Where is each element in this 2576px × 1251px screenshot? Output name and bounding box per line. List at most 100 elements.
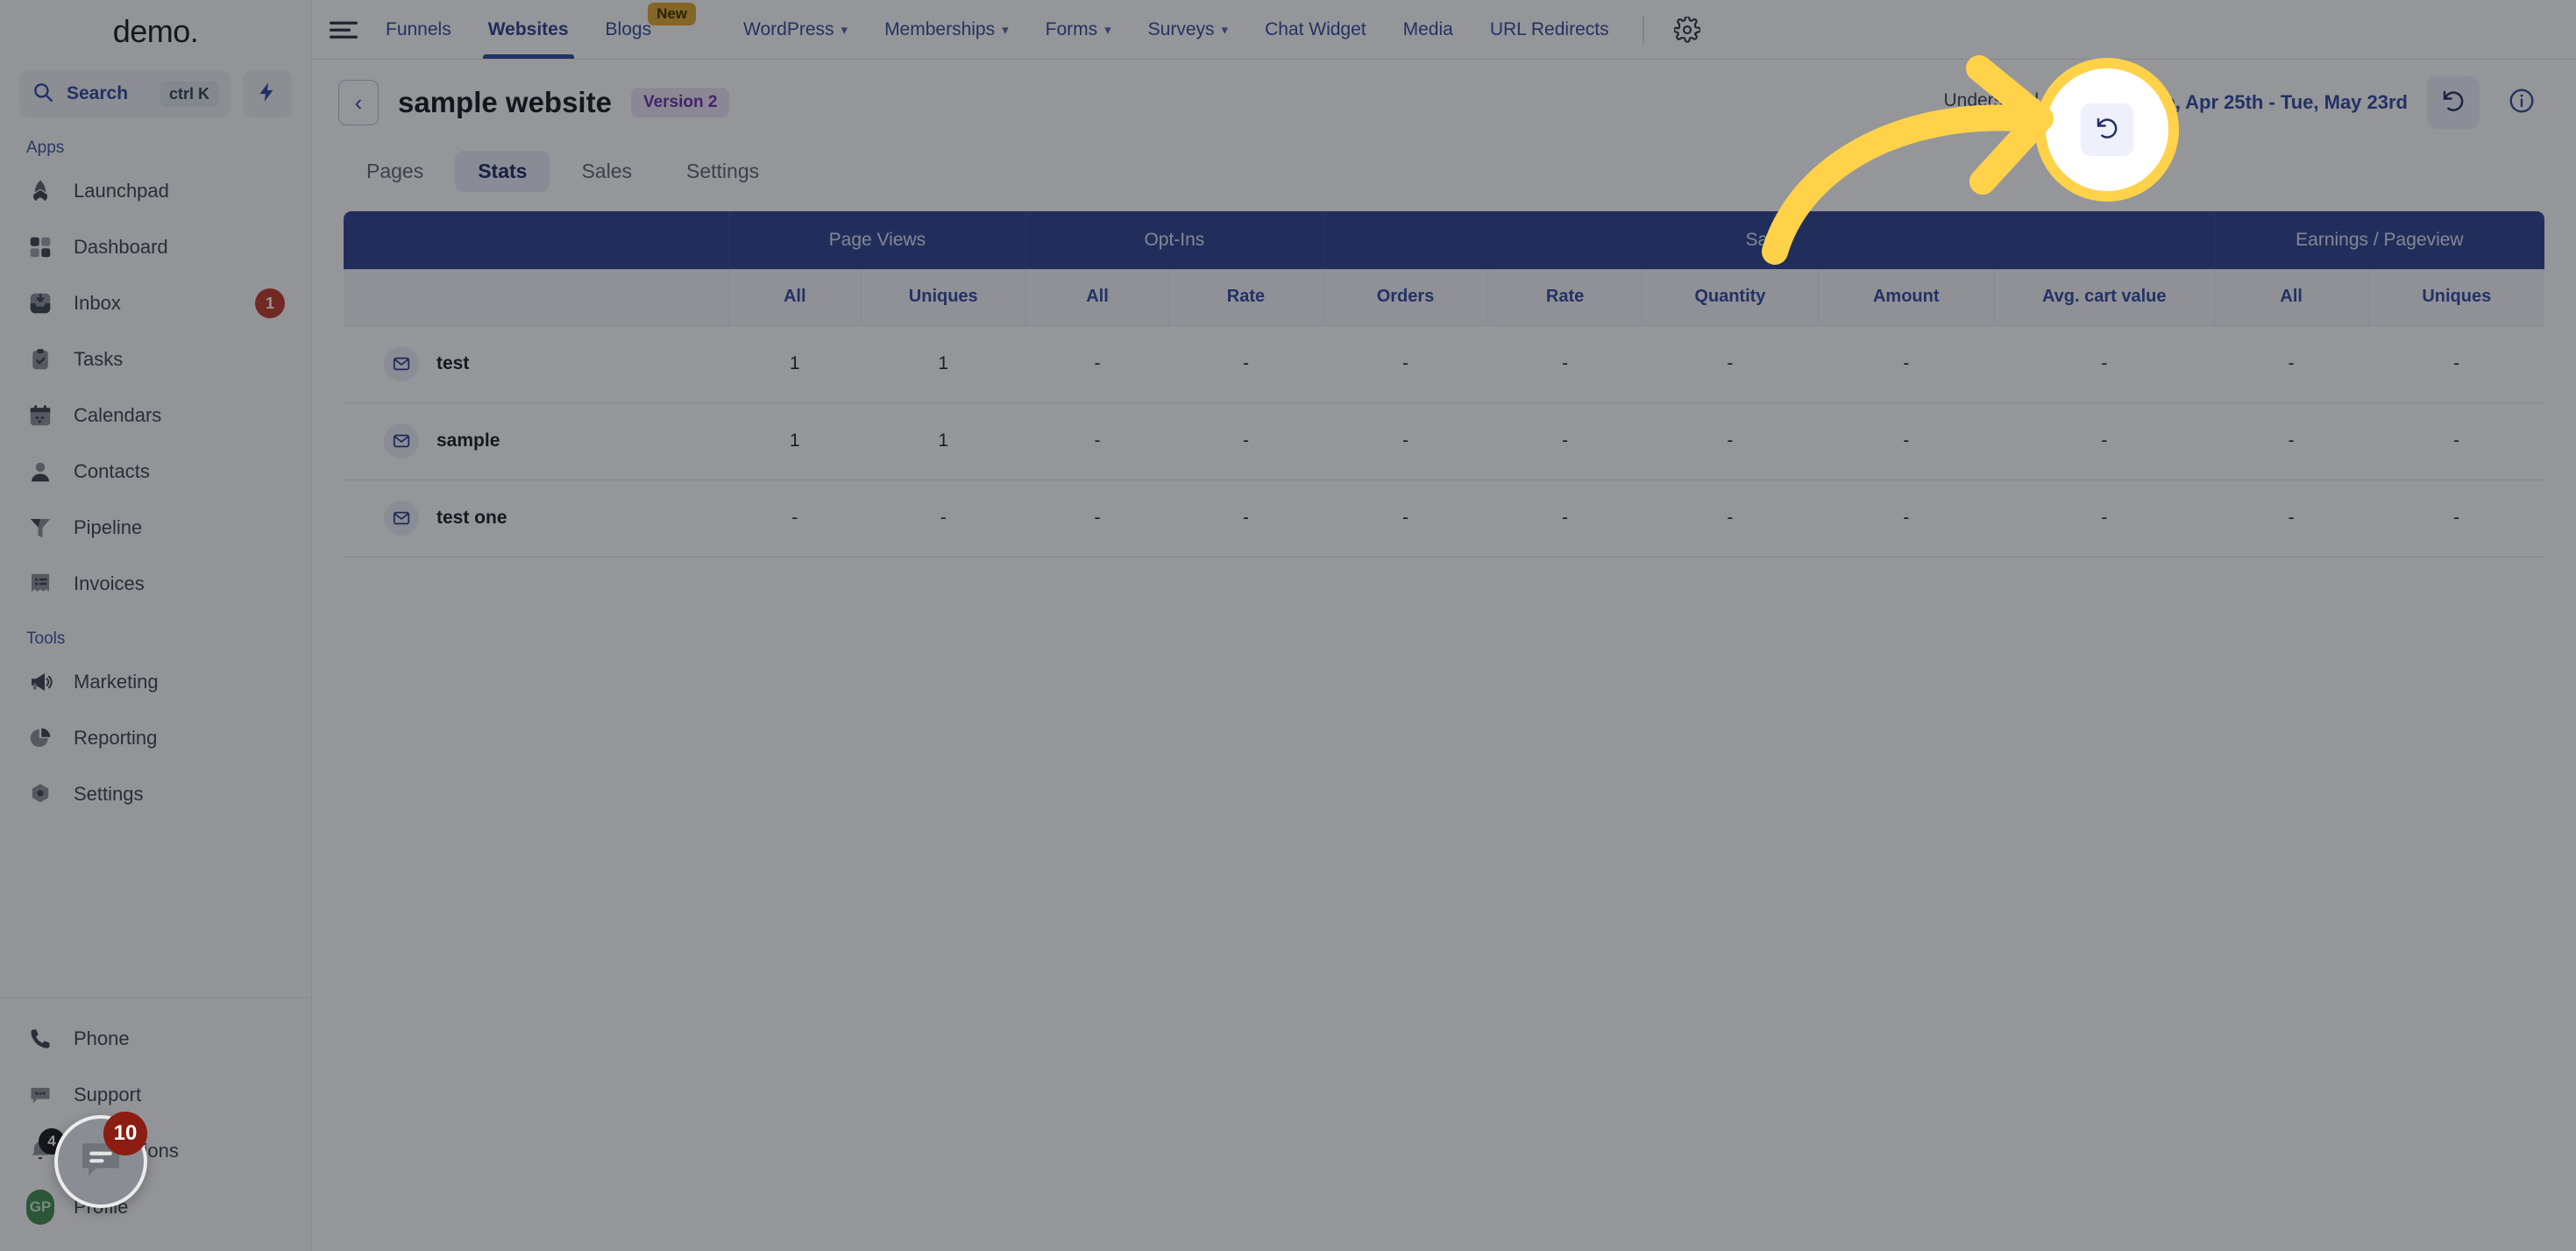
cell-optins-all: - bbox=[1025, 402, 1169, 480]
column-header-pageviews-all[interactable]: All bbox=[728, 269, 862, 326]
row-name-label: sample bbox=[436, 430, 500, 451]
sidebar-section-apps-label: Apps bbox=[26, 139, 65, 157]
sidebar-item-marketing[interactable]: Marketing bbox=[11, 654, 301, 710]
sidebar-item-inbox[interactable]: Inbox 1 bbox=[11, 275, 301, 331]
refresh-button[interactable] bbox=[2427, 76, 2480, 129]
sidebar-item-invoices[interactable]: Invoices bbox=[11, 556, 301, 612]
top-nav-items: Funnels Websites Blogs New WordPress ▾ Me… bbox=[368, 0, 1714, 59]
cell-sales-avg-cart-value: - bbox=[1994, 402, 2215, 480]
sidebar-item-phone[interactable]: Phone bbox=[11, 1011, 301, 1067]
sidebar-item-dashboard[interactable]: Dashboard bbox=[11, 219, 301, 275]
sidebar-item-support[interactable]: Support bbox=[11, 1067, 301, 1123]
sidebar-item-reporting[interactable]: Reporting bbox=[11, 710, 301, 766]
row-name-label: test one bbox=[436, 508, 507, 528]
tab-label: Media bbox=[1402, 18, 1453, 39]
quick-action-button[interactable] bbox=[243, 70, 292, 117]
tab-blogs[interactable]: Blogs New bbox=[588, 0, 725, 59]
column-header-sales-orders[interactable]: Orders bbox=[1323, 269, 1489, 326]
column-header-earnings-uniques[interactable]: Uniques bbox=[2368, 269, 2544, 326]
tab-url-redirects[interactable]: URL Redirects bbox=[1473, 0, 1627, 59]
table-row[interactable]: test 1 1 - - - - - - - - - bbox=[344, 325, 2544, 403]
group-header-page-views: Page Views bbox=[728, 211, 1026, 269]
tab-label: Forms bbox=[1045, 18, 1098, 39]
row-name-cell[interactable]: sample bbox=[344, 402, 729, 480]
subtab-settings[interactable]: Settings bbox=[664, 151, 782, 192]
subtab-pages[interactable]: Pages bbox=[344, 151, 446, 192]
table-group-header-row: Page Views Opt-Ins Sales Earnings / Page… bbox=[344, 211, 2544, 269]
tab-surveys[interactable]: Surveys ▾ bbox=[1131, 0, 1245, 59]
tab-forms[interactable]: Forms ▾ bbox=[1028, 0, 1129, 59]
tab-wordpress[interactable]: WordPress ▾ bbox=[726, 0, 865, 59]
chevron-down-icon: ▾ bbox=[1221, 22, 1229, 38]
brand-name: demo bbox=[112, 13, 191, 49]
gear-icon[interactable] bbox=[1660, 0, 1714, 59]
highlighted-refresh-button[interactable] bbox=[2081, 103, 2133, 156]
subtab-stats[interactable]: Stats bbox=[455, 151, 550, 192]
column-header-sales-quantity[interactable]: Quantity bbox=[1642, 269, 1819, 326]
column-header-sales-rate[interactable]: Rate bbox=[1487, 269, 1643, 326]
page-header: ‹ sample website Version 2 Understand st… bbox=[312, 60, 2576, 146]
tab-memberships[interactable]: Memberships ▾ bbox=[867, 0, 1026, 59]
column-header-optins-all[interactable]: All bbox=[1025, 269, 1170, 326]
sidebar-item-label: Marketing bbox=[74, 671, 159, 693]
tab-websites[interactable]: Websites bbox=[471, 0, 586, 59]
inbox-unread-badge: 1 bbox=[255, 288, 285, 318]
row-name-cell[interactable]: test bbox=[344, 325, 729, 403]
tab-chat-widget[interactable]: Chat Widget bbox=[1247, 0, 1384, 59]
new-badge: New bbox=[648, 2, 697, 25]
sidebar-item-profile[interactable]: GP Profile bbox=[11, 1179, 301, 1235]
tab-label: Websites bbox=[487, 18, 569, 39]
cell-earnings-uniques: - bbox=[2368, 325, 2544, 403]
megaphone-icon bbox=[26, 668, 54, 696]
sidebar-item-tasks[interactable]: Tasks bbox=[11, 331, 301, 387]
cell-sales-rate: - bbox=[1487, 325, 1643, 403]
sidebar-item-label: Calendars bbox=[74, 404, 162, 426]
sidebar-item-calendars[interactable]: Calendars bbox=[11, 387, 301, 444]
cell-sales-amount: - bbox=[1818, 402, 1995, 480]
subtab-sales[interactable]: Sales bbox=[558, 151, 655, 192]
table-column-header-row: All Uniques All Rate Orders Rate Quantit… bbox=[344, 269, 2544, 326]
chevron-left-icon: ‹ bbox=[354, 89, 363, 116]
row-name-cell[interactable]: test one bbox=[344, 480, 729, 558]
sidebar-item-settings[interactable]: Settings bbox=[11, 766, 301, 822]
phone-icon bbox=[26, 1025, 54, 1053]
cell-sales-avg-cart-value: - bbox=[1994, 325, 2215, 403]
column-header-sales-avg-cart-value[interactable]: Avg. cart value bbox=[1994, 269, 2215, 326]
hamburger-icon[interactable] bbox=[319, 0, 368, 59]
gear-hex-icon bbox=[26, 780, 54, 808]
understand-stats-link[interactable]: Understand stats bbox=[1943, 90, 2083, 116]
tab-media[interactable]: Media bbox=[1386, 0, 1471, 59]
info-button[interactable] bbox=[2499, 87, 2544, 119]
cell-pageviews-uniques: - bbox=[861, 480, 1026, 558]
page-title: sample website bbox=[398, 86, 612, 118]
chevron-down-icon: ▾ bbox=[841, 22, 848, 38]
table-row[interactable]: sample 1 1 - - - - - - - - - bbox=[344, 402, 2544, 480]
sidebar-item-label: Launchpad bbox=[74, 180, 169, 202]
tab-label: Funnels bbox=[386, 18, 451, 39]
table-row[interactable]: test one - - - - - - - - - - - bbox=[344, 480, 2544, 558]
avatar: GP bbox=[26, 1190, 54, 1225]
back-button[interactable]: ‹ bbox=[338, 80, 379, 125]
column-header-earnings-all[interactable]: All bbox=[2214, 269, 2369, 326]
chevron-down-icon: ▾ bbox=[1104, 22, 1111, 38]
brand-dot: . bbox=[189, 13, 199, 49]
cell-optins-rate: - bbox=[1168, 325, 1323, 403]
brand-logo[interactable]: demo. bbox=[0, 0, 311, 63]
column-header-optins-rate[interactable]: Rate bbox=[1168, 269, 1323, 326]
sidebar-item-pipeline[interactable]: Pipeline bbox=[11, 500, 301, 556]
search-input[interactable]: Search ctrl K bbox=[19, 70, 231, 117]
sidebar-item-launchpad[interactable]: Launchpad bbox=[11, 163, 301, 219]
cell-sales-amount: - bbox=[1818, 480, 1995, 558]
date-range-picker[interactable]: Tue, Apr 25th - Tue, May 23rd bbox=[2102, 88, 2408, 118]
column-header-sales-amount[interactable]: Amount bbox=[1818, 269, 1995, 326]
chat-dots-icon bbox=[26, 1081, 54, 1109]
stats-table-wrapper: Page Views Opt-Ins Sales Earnings / Page… bbox=[312, 211, 2576, 558]
sidebar-item-label: Phone bbox=[74, 1027, 130, 1049]
refresh-counterclockwise-icon bbox=[2440, 88, 2466, 118]
cell-pageviews-all: 1 bbox=[728, 325, 862, 403]
column-header-pageviews-uniques[interactable]: Uniques bbox=[861, 269, 1026, 326]
sidebar-item-notifications[interactable]: 4 Notifications bbox=[11, 1123, 301, 1179]
calendar-icon bbox=[26, 402, 54, 430]
sidebar-item-contacts[interactable]: Contacts bbox=[11, 444, 301, 500]
tab-funnels[interactable]: Funnels bbox=[368, 0, 469, 59]
